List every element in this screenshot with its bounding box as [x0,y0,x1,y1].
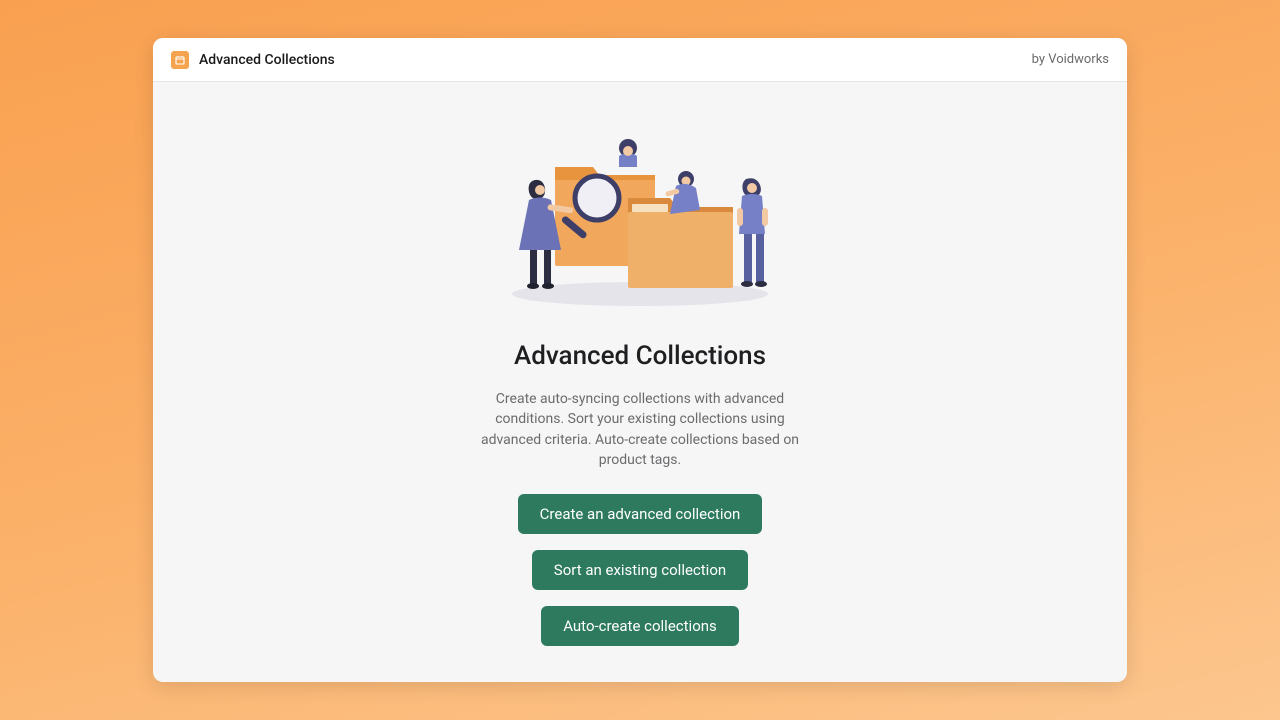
topbar: Advanced Collections by Voidworks [153,38,1127,82]
sort-existing-collection-button[interactable]: Sort an existing collection [532,550,748,590]
hero-illustration [500,122,780,307]
app-title: Advanced Collections [199,52,335,68]
page-description: Create auto-syncing collections with adv… [465,389,815,470]
button-group: Create an advanced collection Sort an ex… [518,494,763,646]
brand: Advanced Collections [171,51,335,69]
byline-text: by Voidworks [1032,52,1109,67]
app-logo-icon [171,51,189,69]
page-title: Advanced Collections [514,341,766,371]
auto-create-collections-button[interactable]: Auto-create collections [541,606,739,646]
app-card: Advanced Collections by Voidworks [153,38,1127,682]
main-content: Advanced Collections Create auto-syncing… [153,82,1127,682]
create-advanced-collection-button[interactable]: Create an advanced collection [518,494,763,534]
